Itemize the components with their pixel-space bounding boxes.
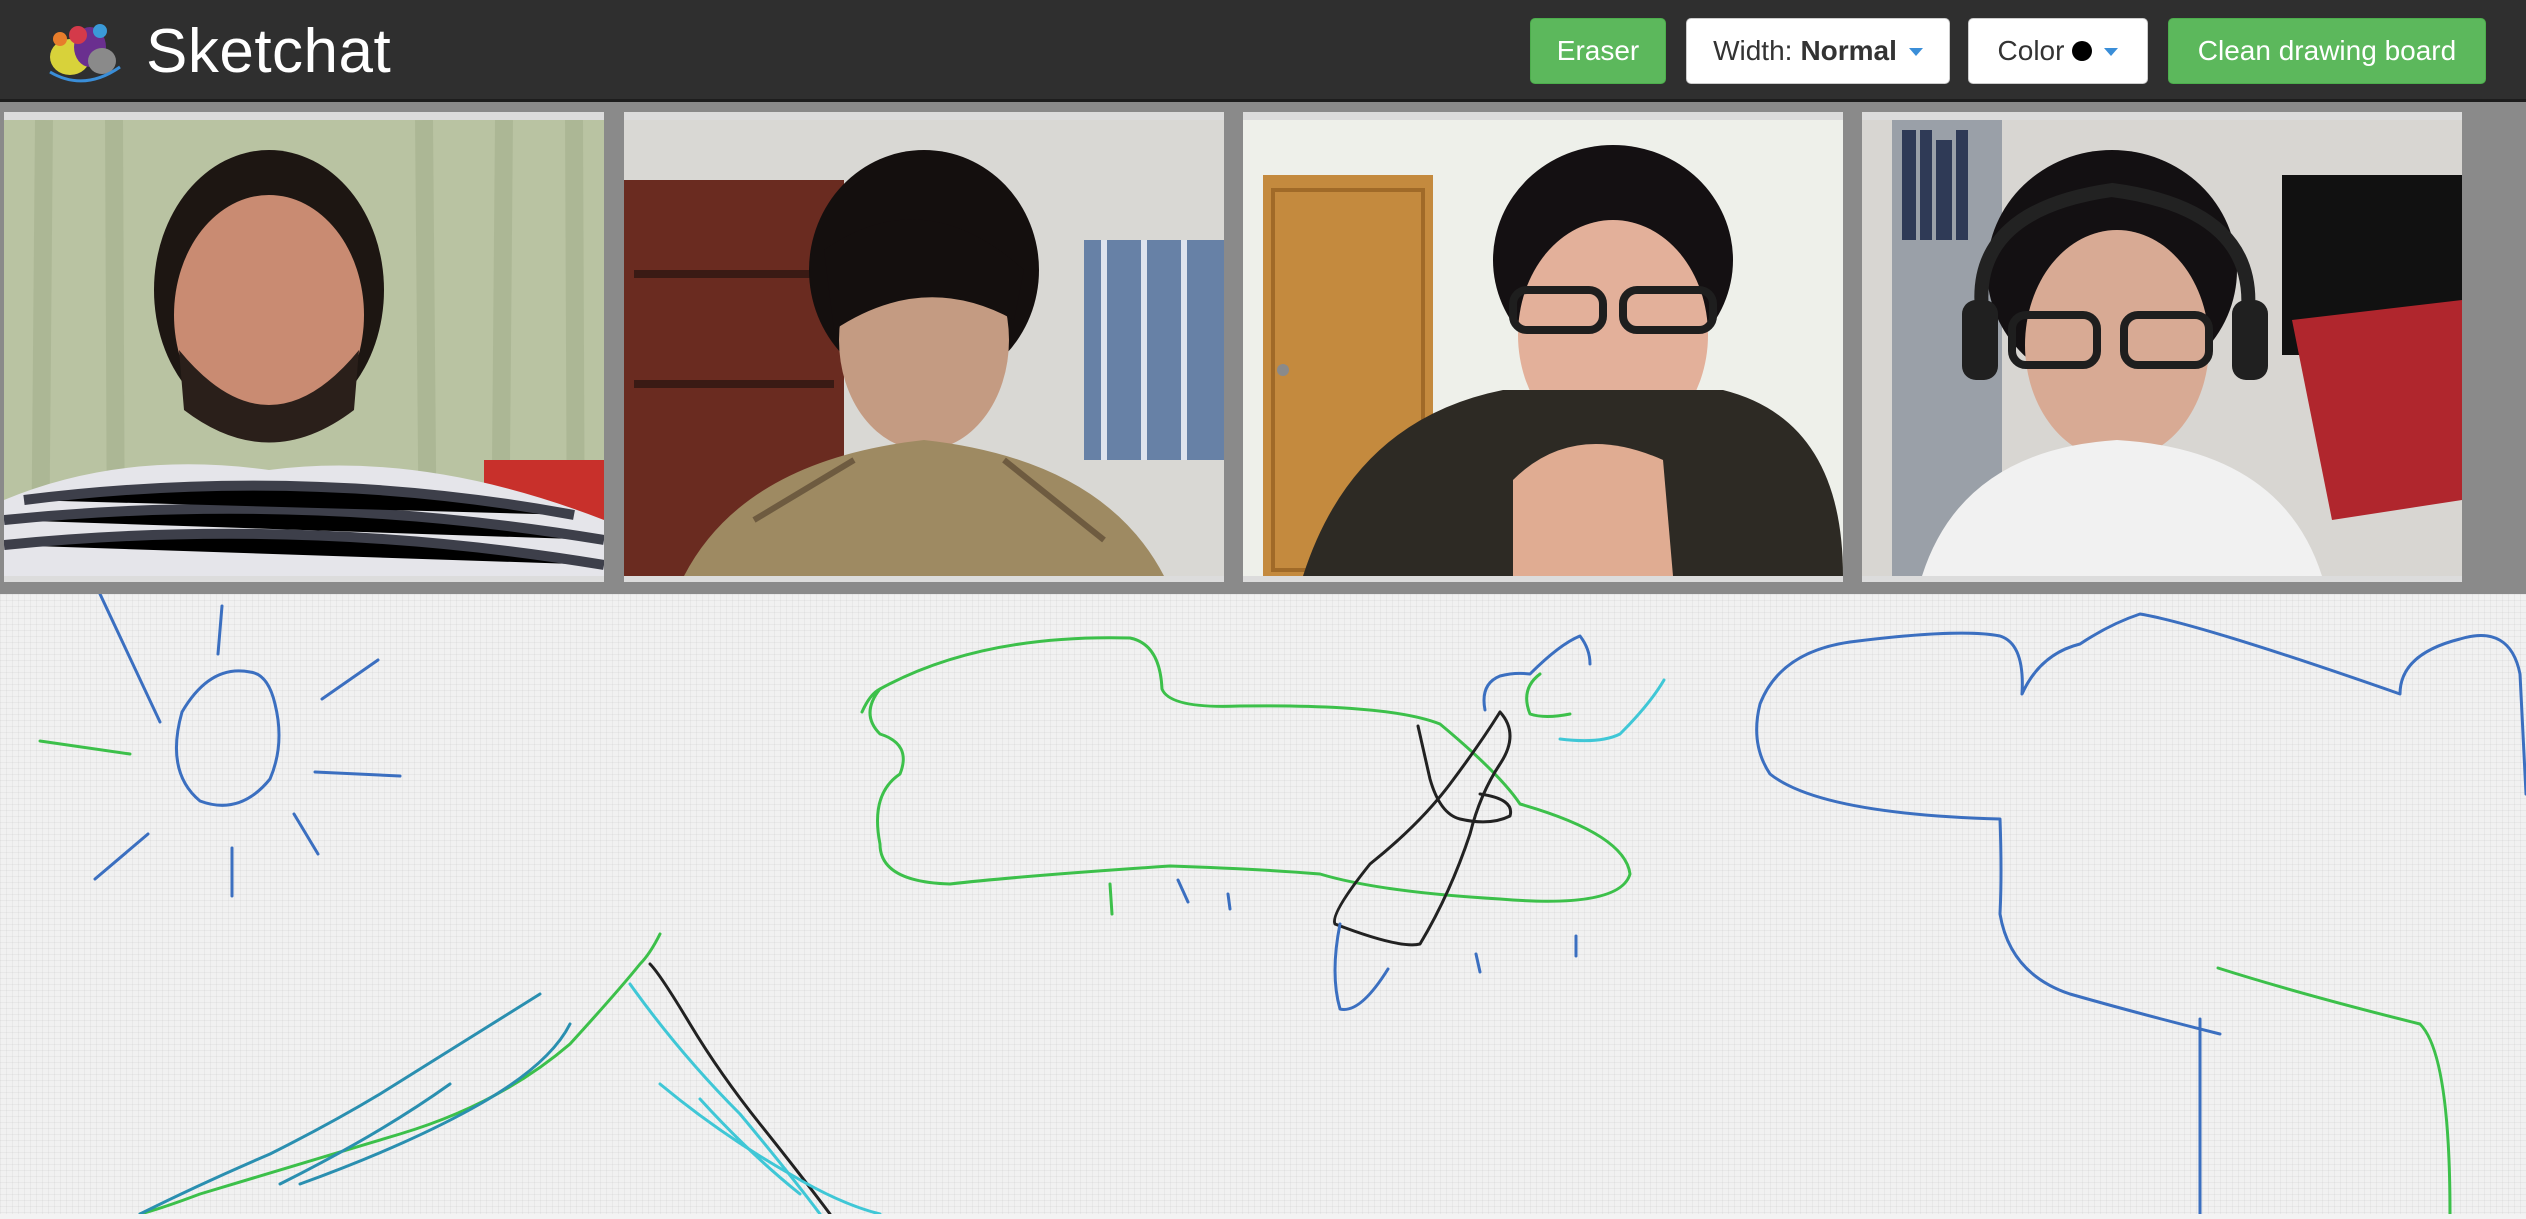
paint-splash-logo-icon xyxy=(49,24,121,83)
brand[interactable]: Sketchat xyxy=(40,14,391,88)
video-feed-3[interactable] xyxy=(1243,112,1843,582)
sun-sketch xyxy=(93,592,402,898)
width-dropdown[interactable]: Width: Normal xyxy=(1686,18,1950,84)
color-swatch-icon xyxy=(2072,41,2093,61)
video-strip xyxy=(0,102,2526,594)
top-navbar: Sketchat Eraser Width: Normal Color Clea… xyxy=(0,0,2526,102)
participant-video xyxy=(4,120,604,576)
eraser-button-label: Eraser xyxy=(1556,35,1640,66)
width-value: Normal xyxy=(1800,35,1897,66)
webcam-image xyxy=(624,120,1224,576)
webcam-image xyxy=(4,120,604,576)
drawing-board-canvas[interactable] xyxy=(0,592,2526,1216)
app-title: Sketchat xyxy=(146,16,392,86)
participant-video xyxy=(1862,120,2462,576)
participant-video xyxy=(1243,120,1843,576)
caret-down-icon xyxy=(2104,48,2119,56)
webcam-image xyxy=(1862,120,2462,576)
participant-video xyxy=(624,120,1224,576)
video-feed-4[interactable] xyxy=(1862,112,2462,582)
video-feed-1[interactable] xyxy=(4,112,604,582)
sketch-strokes xyxy=(38,592,2526,1216)
clean-board-label: Clean drawing board xyxy=(2197,35,2457,66)
clean-board-button[interactable]: Clean drawing board xyxy=(2168,18,2486,84)
eraser-button[interactable]: Eraser xyxy=(1530,18,1666,84)
video-feed-2[interactable] xyxy=(624,112,1224,582)
width-label: Width: xyxy=(1713,35,1793,66)
webcam-image xyxy=(1243,120,1843,576)
color-dropdown[interactable]: Color xyxy=(1968,18,2148,84)
color-label: Color xyxy=(1997,35,2065,66)
caret-down-icon xyxy=(1908,48,1923,56)
